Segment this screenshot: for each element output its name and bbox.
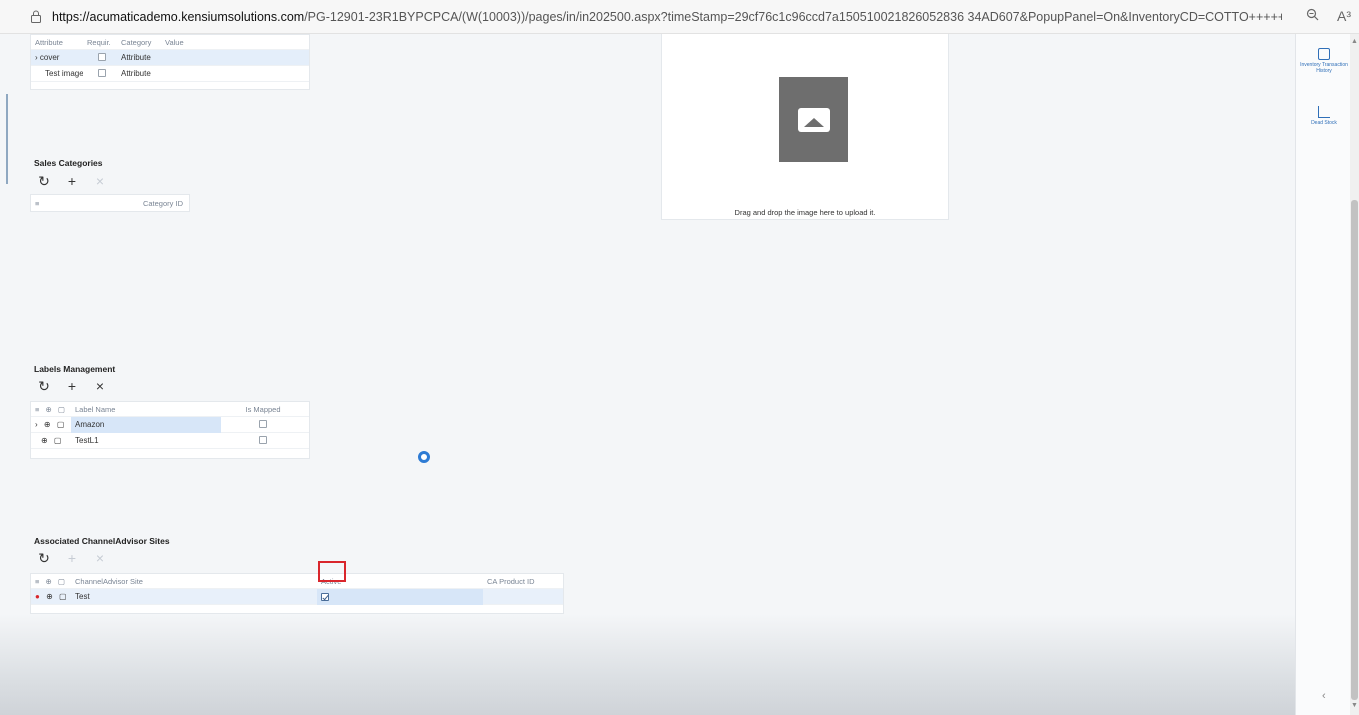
delete-row-button[interactable]: × [92,378,108,394]
active-checkbox[interactable] [317,588,483,605]
url-text[interactable]: https://acumaticademo.kensiumsolutions.c… [52,10,1282,24]
refresh-button[interactable]: ↻ [36,378,52,394]
side-item-label: Dead Stock [1311,120,1337,126]
attribute-name: Test image f... [45,69,83,78]
side-item-label: Inventory Transaction History [1300,62,1348,74]
unsaved-dot-icon: ● [35,592,42,601]
scroll-up-icon[interactable]: ▲ [1351,38,1358,45]
add-row-button[interactable]: + [64,173,80,189]
collapse-panel-icon[interactable]: ‹ [1322,690,1326,702]
row-icons[interactable]: › ⊕ ▢ [31,420,71,429]
scroll-down-icon[interactable]: ▼ [1351,702,1358,709]
image-upload-panel[interactable]: Drag and drop the image here to upload i… [661,34,949,220]
highlight-box [318,561,346,582]
column-header[interactable]: Category [117,38,161,47]
refresh-button[interactable]: ↻ [36,550,52,566]
chart-icon [1318,106,1330,118]
dead-stock-link[interactable]: Dead Stock [1300,106,1348,126]
column-header[interactable]: Requir. [83,38,117,47]
attribute-category: Attribute [121,69,151,78]
inventory-transaction-history-link[interactable]: Inventory Transaction History [1300,48,1348,74]
history-icon [1318,48,1330,60]
column-config-icon[interactable]: ≡ [31,199,55,208]
channel-advisor-toolbar: ↻ + × [36,550,108,567]
labels-toolbar: ↻ + × [36,378,108,395]
delete-row-button[interactable]: × [92,173,108,189]
table-row[interactable]: › cover Attribute [31,50,309,66]
row-icons[interactable]: ⊕ ▢ [31,436,71,445]
scroll-thumb[interactable] [1351,200,1358,700]
column-header[interactable]: CA Product ID [483,577,563,586]
left-edge-marker [6,94,8,184]
channel-advisor-site[interactable]: Test [71,592,317,601]
label-name[interactable]: Amazon [71,416,221,433]
required-checkbox[interactable] [83,68,117,79]
grid-header: ≡ ⊕ ▢ Label Name Is Mapped [31,402,309,417]
row-icons[interactable]: ● ⊕ ▢ [31,592,71,601]
vertical-scrollbar[interactable]: ▲ ▼ [1350,34,1359,715]
attribute-name: cover [39,53,60,62]
required-checkbox[interactable] [83,52,117,63]
image-placeholder-icon [779,77,848,162]
labels-grid: ≡ ⊕ ▢ Label Name Is Mapped › ⊕ ▢ Amazon … [30,401,310,459]
channel-advisor-grid: ≡ ⊕ ▢ ChannelAdvisor Site Active CA Prod… [30,573,564,614]
attributes-grid: Attribute Requir. Category Value › cover… [30,34,310,90]
row-icons-header: ≡ ⊕ ▢ [35,404,67,414]
section-title: Sales Categories [34,158,103,168]
section-title: Labels Management [34,364,116,374]
column-header[interactable]: Value [161,38,221,47]
add-row-button[interactable]: + [64,378,80,394]
read-aloud-icon[interactable]: A³ [1337,8,1351,24]
row-expander[interactable]: › cover [31,53,83,62]
delete-row-button[interactable]: × [92,550,108,566]
add-row-button[interactable]: + [64,550,80,566]
sales-categories-toolbar: ↻ + × [36,173,108,190]
image-upload-caption: Drag and drop the image here to upload i… [734,208,876,217]
row-icons-header: ≡ ⊕ ▢ [35,576,67,586]
attribute-category: Attribute [121,53,151,62]
column-header[interactable]: Is Mapped [221,405,301,414]
table-row[interactable]: Test image f... Attribute [31,66,309,82]
grid-header: ≡ Category ID [31,195,189,211]
column-header[interactable]: Label Name [71,405,221,414]
sales-categories-grid: ≡ Category ID [30,194,190,212]
is-mapped-checkbox[interactable] [221,419,301,430]
table-row[interactable]: ● ⊕ ▢ Test [31,588,563,605]
table-row[interactable]: ⊕ ▢ TestL1 [31,433,309,449]
loading-spinner-icon [418,451,430,463]
section-title: Associated ChannelAdvisor Sites [34,536,170,546]
is-mapped-checkbox[interactable] [221,435,301,446]
grid-header: ≡ ⊕ ▢ ChannelAdvisor Site Active CA Prod… [31,574,563,589]
column-header[interactable]: Category ID [55,199,187,208]
grid-header: Attribute Requir. Category Value [31,35,309,50]
column-header[interactable]: Attribute [31,38,83,47]
zoom-icon[interactable] [1306,8,1319,24]
url-host: https://acumaticademo.kensiumsolutions.c… [52,9,305,24]
site-info-icon[interactable] [28,9,44,25]
page-viewport: Attribute Requir. Category Value › cover… [0,34,1295,715]
label-name[interactable]: TestL1 [71,436,221,445]
table-row[interactable]: › ⊕ ▢ Amazon [31,416,309,433]
url-path: /PG-12901-23R1BYPCPCA/(W(10003))/pages/i… [304,9,1282,24]
refresh-button[interactable]: ↻ [36,173,52,189]
address-bar[interactable]: https://acumaticademo.kensiumsolutions.c… [0,0,1359,34]
bottom-overlay [0,614,1295,715]
column-header[interactable]: ChannelAdvisor Site [71,577,317,586]
